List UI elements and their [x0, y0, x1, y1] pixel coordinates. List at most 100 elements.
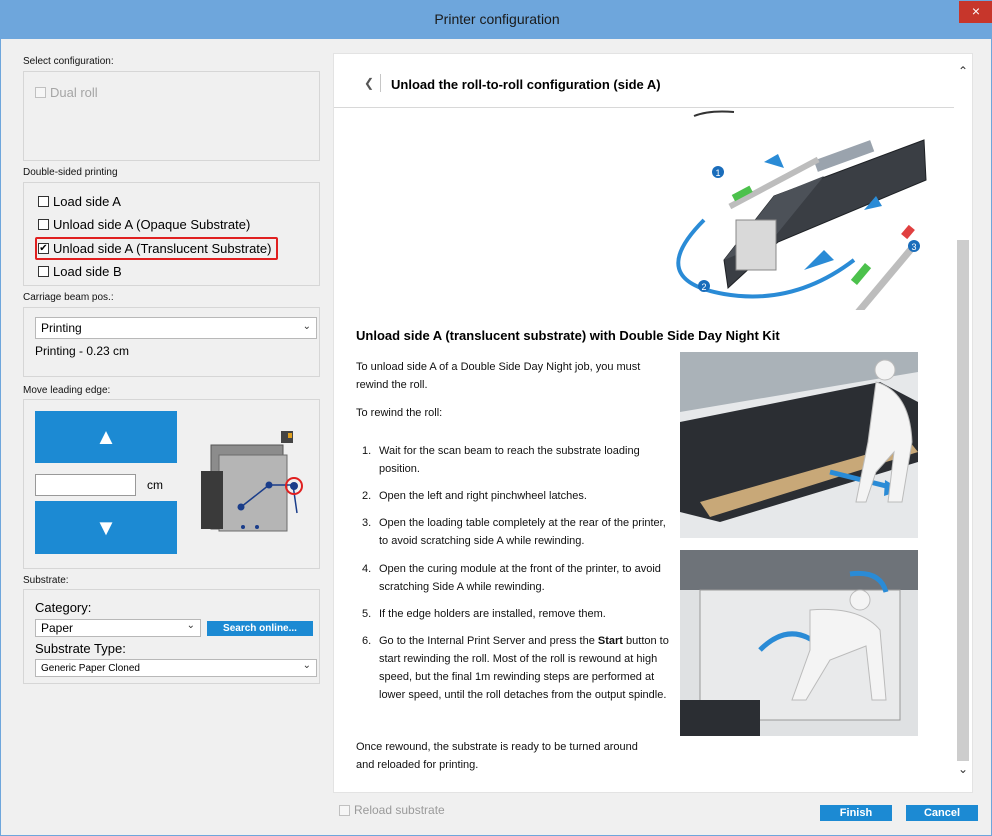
reload-substrate-label: Reload substrate — [354, 803, 445, 817]
carriage-position-readout: Printing - 0.23 cm — [35, 344, 130, 358]
window-title: Printer configuration — [434, 11, 560, 27]
step-text: Open the left and right pinchwheel latch… — [379, 490, 587, 502]
search-online-button[interactable]: Search online... — [207, 621, 313, 636]
load-side-b-checkbox[interactable]: Load side B — [38, 264, 122, 279]
substrate-type-select[interactable]: Generic Paper Cloned ⌄ — [35, 659, 317, 677]
printer-cabinet — [735, 219, 777, 271]
chevron-down-icon: ⌄ — [302, 660, 311, 671]
checkbox-box — [339, 804, 350, 816]
substrate-type-label: Substrate Type: — [35, 641, 126, 656]
printer-rolls-illustration: 1 2 3 — [676, 110, 927, 310]
step-text: Open the loading table completely at the… — [379, 517, 666, 547]
category-select[interactable]: Paper ⌄ — [35, 619, 201, 637]
step-text: Wait for the scan beam to reach the subs… — [379, 445, 640, 475]
header-divider — [380, 74, 381, 92]
substrate-path-diagram — [201, 431, 303, 532]
rewind-photo-illustration — [680, 352, 918, 538]
step-text: If the edge holders are installed, remov… — [379, 608, 606, 620]
reload-substrate-checkbox[interactable]: Reload substrate — [339, 803, 445, 817]
dual-roll-checkbox[interactable]: Dual roll — [35, 85, 98, 100]
printer-side-panel — [218, 454, 288, 532]
instructions-header: ❮ Unload the roll-to-roll configuration … — [334, 54, 956, 108]
roller — [237, 503, 245, 511]
roller — [265, 481, 273, 489]
checkbox-box — [35, 87, 46, 98]
step-text: Open the curing module at the front of t… — [379, 563, 661, 593]
lower-rollers — [680, 700, 760, 736]
double-sided-printing-label: Double-sided printing — [23, 167, 118, 178]
checkbox-box — [38, 266, 49, 277]
checkbox-label: Load side B — [53, 264, 122, 279]
load-side-a-checkbox[interactable]: Load side A — [38, 194, 121, 209]
printer-side-dark — [201, 471, 223, 529]
checkbox-box — [38, 196, 49, 207]
leading-edge-distance-input[interactable] — [35, 474, 136, 496]
checkbox-box — [38, 219, 49, 230]
arrow-down-icon: ▼ — [95, 514, 117, 540]
marker-label: 1 — [715, 168, 720, 178]
select-value: Generic Paper Cloned — [41, 662, 140, 674]
arrow-up-icon: ▲ — [95, 424, 117, 449]
checkbox-label: Unload side A (Translucent Substrate) — [53, 241, 272, 256]
move-up-button[interactable]: ▲ — [35, 411, 177, 463]
select-value: Printing — [41, 321, 82, 335]
scroll-thumb[interactable] — [957, 240, 969, 761]
roll-end-cap — [901, 224, 915, 240]
category-label: Category: — [35, 600, 92, 615]
move-leading-edge-label: Move leading edge: — [23, 385, 111, 396]
step-text: Go to the Internal Print Server and pres… — [379, 632, 669, 704]
step-text-part: Go to the Internal Print Server and pres… — [379, 635, 598, 647]
checkmark-icon: ✔ — [39, 242, 48, 254]
checkbox-label: Load side A — [53, 194, 121, 209]
beacon-lamp — [288, 433, 292, 438]
chevron-down-icon: ⌄ — [186, 620, 195, 631]
cancel-button[interactable]: Cancel — [906, 805, 978, 821]
roller — [290, 482, 298, 490]
select-configuration-label: Select configuration: — [23, 56, 114, 67]
title-bar[interactable]: Printer configuration × — [1, 1, 992, 39]
unit-label: cm — [147, 478, 163, 492]
rewind-intro: To rewind the roll: — [356, 407, 443, 419]
move-down-button[interactable]: ▼ — [35, 501, 177, 554]
unload-side-a-opaque-checkbox[interactable]: Unload side A (Opaque Substrate) — [38, 217, 250, 232]
unload-side-a-translucent-checkbox[interactable]: ✔ Unload side A (Translucent Substrate) — [38, 241, 271, 256]
carriage-beam-label: Carriage beam pos.: — [23, 292, 114, 303]
vertical-scrollbar[interactable]: ⌃ ⌄ — [954, 54, 972, 792]
printer-configuration-window: Printer configuration × Select configura… — [0, 0, 992, 836]
scroll-up-icon[interactable]: ⌃ — [956, 64, 970, 78]
curing-module-illustration — [680, 550, 918, 736]
dialog-content: Select configuration: Dual roll Double-s… — [9, 39, 985, 831]
operator-head — [874, 359, 896, 381]
step-number: 1. — [362, 445, 372, 457]
roll-core — [850, 263, 872, 285]
arrow-shape — [804, 250, 834, 270]
marker-label: 2 — [701, 282, 706, 292]
instructions-title: Unload the roll-to-roll configuration (s… — [391, 77, 661, 92]
step-number: 3. — [362, 517, 372, 529]
arrow-shape — [764, 154, 784, 168]
step-number: 2. — [362, 490, 372, 502]
roll-edge — [693, 110, 735, 117]
roller — [241, 525, 245, 529]
carriage-position-select[interactable]: Printing ⌄ — [35, 317, 317, 339]
substrate-label: Substrate: — [23, 575, 69, 586]
start-keyword: Start — [597, 635, 623, 647]
marker-label: 3 — [911, 242, 916, 252]
step-number: 5. — [362, 608, 372, 620]
close-button[interactable]: × — [959, 1, 992, 23]
back-chevron-icon[interactable]: ❮ — [364, 76, 374, 90]
intro-paragraph: To unload side A of a Double Side Day Ni… — [356, 361, 641, 391]
operator-head — [849, 589, 871, 611]
step-number: 6. — [362, 635, 372, 647]
scroll-down-icon[interactable]: ⌄ — [956, 762, 970, 776]
finish-button[interactable]: Finish — [820, 805, 892, 821]
instructions-panel: ❮ Unload the roll-to-roll configuration … — [333, 53, 973, 793]
dual-roll-label: Dual roll — [50, 85, 98, 100]
section-heading: Unload side A (translucent substrate) wi… — [356, 328, 780, 343]
outro-paragraph: Once rewound, the substrate is ready to … — [356, 741, 638, 771]
checkbox-label: Unload side A (Opaque Substrate) — [53, 217, 251, 232]
select-value: Paper — [41, 621, 74, 635]
settings-panel: Select configuration: Dual roll Double-s… — [9, 39, 325, 831]
roller — [255, 525, 259, 529]
chevron-down-icon: ⌄ — [302, 321, 311, 332]
